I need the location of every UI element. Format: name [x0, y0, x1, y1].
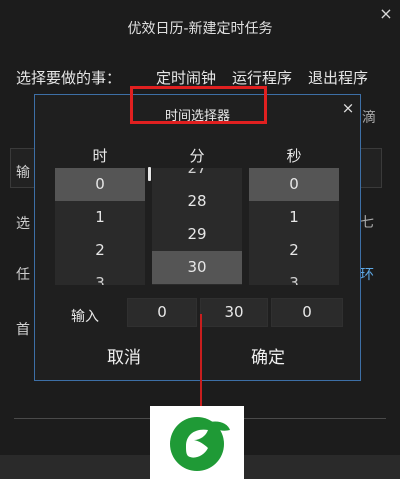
window-title: 优效日历-新建定时任务 — [127, 21, 273, 37]
input-label: 输入 — [71, 309, 99, 325]
minute-item-selected[interactable]: 30 — [152, 251, 242, 284]
second-item-selected[interactable]: 0 — [249, 168, 339, 201]
second-input[interactable]: 0 — [271, 298, 343, 327]
select-label-fragment: 选 — [16, 216, 30, 232]
input-label-fragment: 输 — [16, 165, 30, 181]
option-run-program[interactable]: 运行程序 — [232, 67, 292, 88]
leaf-logo-icon — [170, 417, 230, 471]
time-picker-title: 时间选择器 — [164, 109, 230, 124]
time-picker-dialog: 时间选择器 × 时 分 秒 0 1 2 3 27 28 29 30 0 1 2 … — [34, 94, 361, 381]
right-fragment-2: 七 — [360, 215, 374, 231]
option-exit-program[interactable]: 退出程序 — [308, 67, 368, 88]
minute-input[interactable]: 30 — [200, 298, 268, 327]
screen: 优效日历-新建定时任务 × 选择要做的事： 定时闹钟 运行程序 退出程序 输 选… — [0, 0, 400, 479]
minute-list[interactable]: 27 28 29 30 — [152, 168, 242, 285]
hour-input[interactable]: 0 — [127, 298, 197, 327]
second-list[interactable]: 0 1 2 3 — [249, 168, 339, 285]
second-item[interactable]: 3 — [249, 267, 339, 285]
second-item[interactable]: 1 — [249, 201, 339, 234]
option-alarm[interactable]: 定时闹钟 — [156, 67, 216, 88]
minute-column-header: 分 — [189, 147, 205, 165]
minute-item[interactable]: 28 — [152, 185, 242, 218]
watermark-logo — [150, 406, 244, 479]
hour-list[interactable]: 0 1 2 3 — [55, 168, 145, 285]
minute-item[interactable]: 27 — [152, 168, 242, 185]
annotation-pointer-line — [200, 314, 202, 408]
first-label-fragment: 首 — [16, 322, 30, 338]
right-fragment-1: 滴 — [362, 110, 376, 126]
hour-item-selected[interactable]: 0 — [55, 168, 145, 201]
hour-item[interactable]: 1 — [55, 201, 145, 234]
minute-item[interactable]: 29 — [152, 218, 242, 251]
hour-item[interactable]: 2 — [55, 234, 145, 267]
hour-column-header: 时 — [92, 147, 108, 165]
cancel-button[interactable]: 取消 — [107, 343, 141, 368]
right-link-fragment[interactable]: 环 — [360, 264, 374, 284]
task-type-label: 选择要做的事： — [16, 69, 122, 87]
second-item[interactable]: 2 — [249, 234, 339, 267]
confirm-button[interactable]: 确定 — [251, 343, 285, 368]
window-close-icon[interactable]: × — [376, 4, 396, 24]
second-column-header: 秒 — [286, 147, 302, 165]
hour-item[interactable]: 3 — [55, 267, 145, 285]
task-label-fragment: 任 — [16, 267, 30, 283]
minute-scrollbar-thumb[interactable] — [148, 167, 151, 181]
close-icon[interactable]: × — [339, 99, 357, 117]
